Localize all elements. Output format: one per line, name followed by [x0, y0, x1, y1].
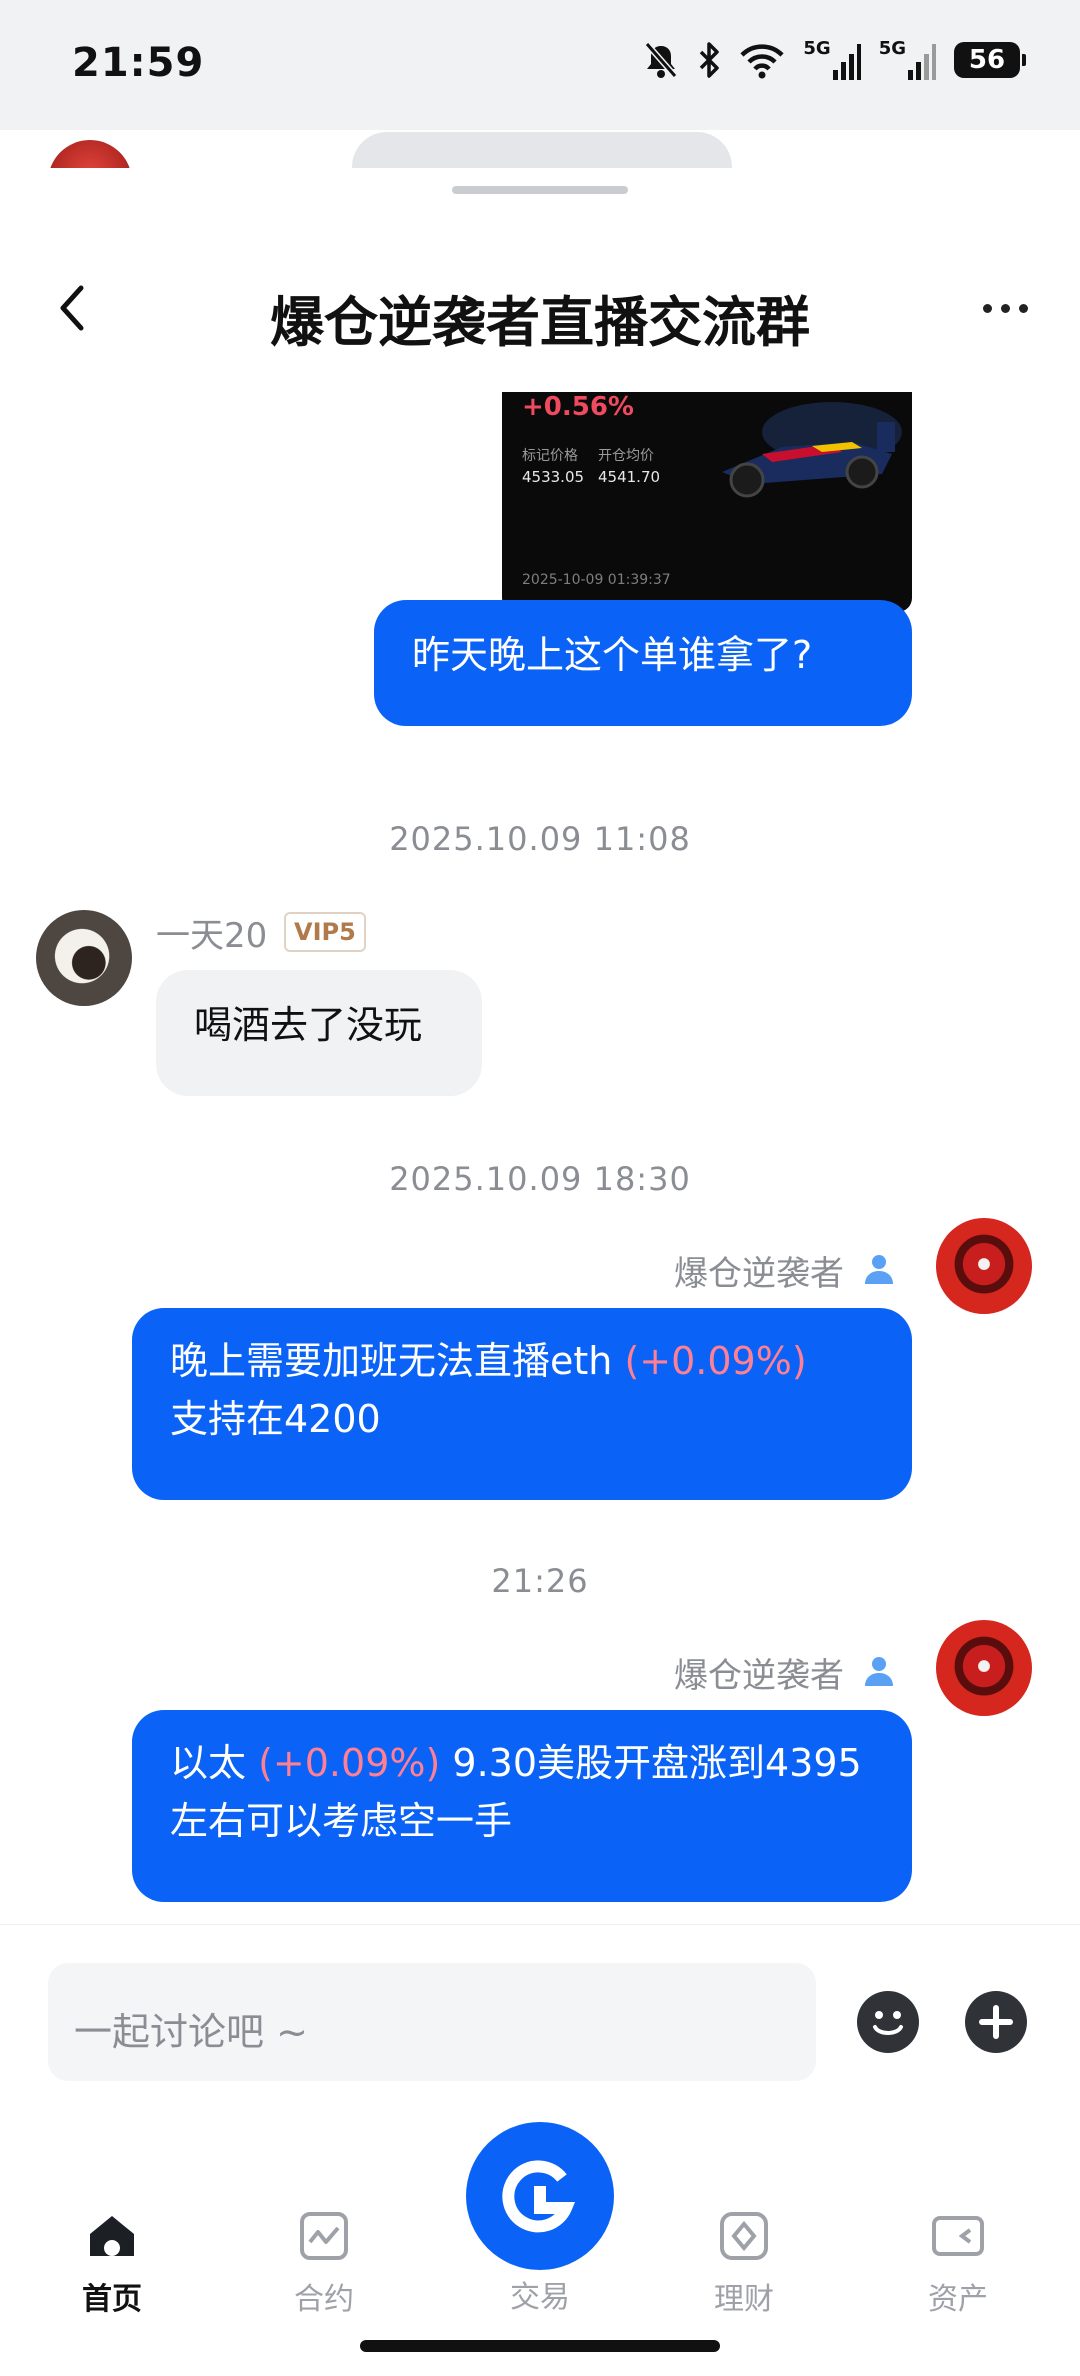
back-button[interactable] — [48, 278, 96, 338]
message-bubble-incoming[interactable]: 喝酒去了没玩 — [156, 970, 482, 1096]
tab-label: 资产 — [928, 2282, 988, 2317]
sender-name: 爆仓逆袭者 — [674, 1254, 844, 1294]
sender-name: 一天20 — [156, 916, 268, 956]
cellular-signal-1-icon: 5G — [803, 38, 861, 80]
race-car-image — [692, 392, 902, 512]
sender-name: 爆仓逆袭者 — [674, 1656, 844, 1696]
trade-datetime: 2025-10-09 01:39:37 — [522, 572, 671, 588]
message-bubble-outgoing[interactable]: 以太 (+0.09%) 9.30美股开盘涨到4395左右可以考虑空一手 — [132, 1710, 912, 1902]
tab-home[interactable]: 首页 — [32, 2210, 192, 2318]
battery-indicator: 56 — [954, 42, 1026, 78]
message-bubble-outgoing[interactable]: 晚上需要加班无法直播eth (+0.09%) 支持在4200 — [132, 1308, 912, 1500]
trade-logo-icon — [502, 2160, 576, 2233]
price-change-tag[interactable]: (+0.09%) — [624, 1339, 806, 1383]
smiley-icon — [873, 2011, 903, 2035]
finance-icon — [720, 2212, 768, 2260]
tab-label: 交易 — [510, 2280, 570, 2315]
chevron-left-icon — [60, 285, 84, 331]
message-text: 以太 — [170, 1741, 259, 1785]
add-attachment-button[interactable] — [965, 1991, 1027, 2053]
message-timestamp: 21:26 — [491, 1562, 589, 1600]
person-icon — [865, 1657, 893, 1686]
price-change-tag[interactable]: (+0.09%) — [258, 1741, 440, 1785]
chart-line-icon — [300, 2212, 348, 2260]
sheet-grabber[interactable] — [452, 186, 628, 194]
tab-label: 合约 — [294, 2282, 354, 2317]
avatar[interactable] — [36, 910, 132, 1006]
tab-contract[interactable]: 合约 — [244, 2210, 404, 2318]
more-options-button[interactable] — [970, 288, 1040, 328]
message-text: 支持在4200 — [170, 1397, 381, 1441]
network-type-label: 5G — [878, 38, 906, 59]
avatar[interactable] — [936, 1620, 1032, 1716]
tab-assets[interactable]: 资产 — [878, 2210, 1038, 2318]
status-bar: 21:59 5G 5G 56 — [0, 0, 1080, 130]
tab-label: 理财 — [714, 2282, 774, 2317]
wallet-icon — [932, 2216, 984, 2256]
trade-change-pct: +0.56% — [522, 392, 634, 422]
mark-price-value: 4533.05 — [522, 468, 585, 486]
message-list[interactable]: +0.56% 标记价格 开仓均价 4533.05 4541.70 2025-10… — [0, 392, 1080, 2092]
more-dots-icon — [982, 303, 992, 313]
emoji-button[interactable] — [857, 1991, 919, 2053]
bluetooth-icon — [697, 40, 721, 80]
message-input-bar: 一起讨论吧 ~ — [0, 1924, 1080, 2081]
tab-label: 首页 — [82, 2282, 142, 2317]
network-type-label: 5G — [803, 38, 831, 59]
person-icon — [865, 1255, 893, 1284]
message-input[interactable]: 一起讨论吧 ~ — [48, 1963, 816, 2081]
page-title: 爆仓逆袭者直播交流群 — [270, 291, 810, 354]
home-icon — [90, 2216, 134, 2256]
plus-icon — [979, 2005, 1013, 2039]
bottom-tab-bar: 首页 合约 交易 理财 资产 — [0, 2100, 1080, 2376]
tab-trade-label[interactable]: 交易 — [460, 2260, 620, 2316]
home-indicator[interactable] — [360, 2340, 720, 2352]
trade-card-image[interactable]: +0.56% 标记价格 开仓均价 4533.05 4541.70 2025-10… — [502, 392, 912, 612]
vip-badge: VIP5 — [284, 912, 366, 952]
avatar[interactable] — [936, 1218, 1032, 1314]
entry-price-value: 4541.70 — [598, 468, 661, 486]
message-text: 喝酒去了没玩 — [194, 1003, 423, 1047]
message-text: 昨天晚上这个单谁拿了? — [412, 633, 813, 677]
tab-finance[interactable]: 理财 — [664, 2210, 824, 2318]
message-text: 晚上需要加班无法直播eth — [170, 1339, 625, 1383]
message-timestamp: 2025.10.09 18:30 — [389, 1160, 691, 1198]
status-icons: 5G 5G 56 — [643, 38, 1026, 80]
status-time: 21:59 — [72, 40, 205, 86]
cellular-signal-2-icon: 5G — [879, 40, 936, 80]
trade-button[interactable] — [466, 2122, 614, 2270]
message-timestamp: 2025.10.09 11:08 — [389, 820, 691, 858]
chat-sheet: 爆仓逆袭者直播交流群 +0.56% 标记价格 开仓均价 4533.05 4541… — [0, 168, 1080, 2376]
message-bubble-outgoing[interactable]: 昨天晚上这个单谁拿了? — [374, 600, 912, 726]
wifi-icon — [739, 40, 785, 80]
entry-price-label: 开仓均价 — [598, 448, 654, 464]
chat-header: 爆仓逆袭者直播交流群 — [0, 228, 1080, 354]
mute-icon — [643, 40, 679, 80]
mark-price-label: 标记价格 — [522, 448, 578, 464]
